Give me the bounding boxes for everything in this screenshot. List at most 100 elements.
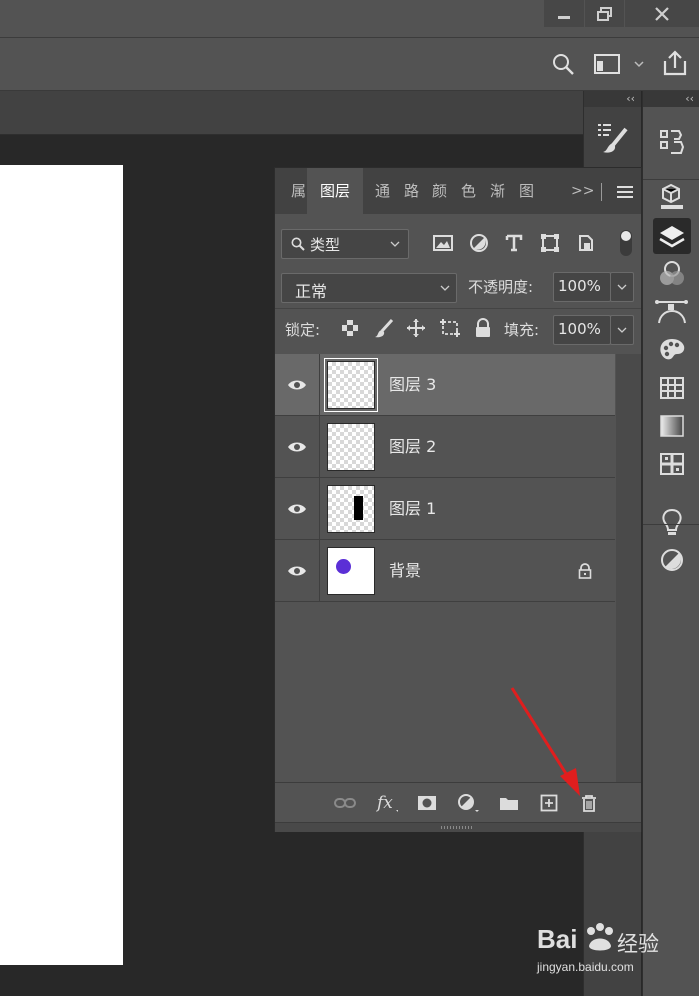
gradients-button[interactable] (643, 407, 699, 445)
paw-icon (587, 923, 613, 951)
history-button[interactable] (643, 123, 699, 161)
layer-thumbnail (327, 423, 375, 471)
lock-artboard-button[interactable] (439, 318, 461, 338)
tab-gradients[interactable]: 渐 (490, 168, 510, 214)
link-layers-button[interactable] (334, 793, 356, 813)
layer-name[interactable]: 图层 3 (389, 354, 436, 415)
panel-tab-bar: 属 图层 通 路 颜 色 渐 图 >> (275, 168, 641, 214)
lock-transparent-button[interactable] (342, 320, 358, 336)
tab-patterns[interactable]: 图 (519, 168, 539, 214)
patterns-button[interactable] (643, 445, 699, 483)
adjustments-button[interactable] (643, 541, 699, 579)
layer-row-1[interactable]: 图层 1 (275, 478, 615, 540)
watermark-suffix: 经验 (617, 932, 659, 956)
layer-name[interactable]: 背景 (389, 540, 421, 601)
visibility-toggle[interactable] (275, 416, 320, 477)
mask-icon (418, 796, 436, 810)
layer-list-scrollbar[interactable] (616, 354, 641, 782)
restore-button[interactable] (585, 0, 624, 27)
search-button[interactable] (551, 52, 575, 76)
minimize-icon (558, 15, 570, 19)
share-button[interactable] (662, 50, 688, 76)
history-icon (659, 130, 684, 154)
adjustment-layer-icon (458, 794, 479, 812)
visibility-toggle[interactable] (275, 478, 320, 539)
fill-dropdown-button[interactable] (610, 315, 634, 345)
add-mask-button[interactable] (416, 793, 438, 813)
3d-button[interactable] (643, 179, 699, 217)
learn-button[interactable] (643, 503, 699, 541)
document-tab-bar (0, 91, 583, 135)
blend-mode-dropdown[interactable]: 正常 (281, 273, 457, 303)
new-adjustment-layer-button[interactable] (457, 793, 479, 813)
lock-pixels-button[interactable] (374, 318, 394, 338)
layers-icon (658, 226, 685, 248)
tab-divider (601, 183, 602, 201)
workspace-icon (594, 54, 644, 74)
filter-pixel-button[interactable] (433, 234, 453, 252)
checkerboard-icon (342, 320, 358, 336)
chevron-down-icon (390, 241, 400, 247)
paths-button[interactable] (643, 293, 699, 331)
tab-swatches[interactable]: 色 (461, 168, 481, 214)
panel-menu-button[interactable] (617, 185, 633, 198)
tab-overflow-button[interactable]: >> (571, 168, 594, 214)
lock-position-button[interactable] (406, 318, 426, 338)
filter-toggle[interactable] (620, 230, 632, 256)
adjustment-filter-icon (470, 234, 488, 252)
layers-button[interactable] (643, 217, 699, 255)
layer-row-3[interactable]: 图层 3 (275, 354, 615, 416)
tab-properties[interactable]: 属 (275, 168, 306, 214)
restore-icon (596, 6, 612, 21)
eye-icon (288, 566, 306, 575)
channels-button[interactable] (643, 255, 699, 293)
fill-field[interactable]: 100% (553, 315, 611, 345)
fx-icon: fx (376, 793, 398, 813)
filter-adjustment-button[interactable] (469, 233, 489, 253)
filter-type-button[interactable] (504, 233, 524, 253)
filter-smart-object-button[interactable] (576, 233, 596, 253)
layer-name[interactable]: 图层 1 (389, 478, 436, 539)
workspace-button[interactable] (594, 53, 644, 75)
gradient-icon (659, 415, 684, 437)
tab-color[interactable]: 颜 (432, 168, 452, 214)
canvas-document[interactable] (0, 165, 123, 965)
shape-filter-icon (541, 234, 559, 252)
watermark-url: jingyan.baidu.com (537, 960, 634, 974)
paths-icon (654, 300, 688, 324)
layer-thumbnail (327, 547, 375, 595)
opacity-field[interactable]: 100% (553, 272, 611, 302)
grid-button[interactable] (643, 369, 699, 407)
lock-icon (476, 318, 490, 337)
layer-row-2[interactable]: 图层 2 (275, 416, 615, 478)
brush-settings-button[interactable] (584, 119, 641, 157)
hamburger-menu-icon (617, 186, 633, 198)
grid-icon (659, 377, 684, 399)
filter-kind-dropdown[interactable]: 类型 (281, 229, 409, 259)
opacity-dropdown-button[interactable] (610, 272, 634, 302)
layer-row-background[interactable]: 背景 (275, 540, 615, 602)
tab-layers[interactable]: 图层 (307, 168, 363, 214)
swatches-button[interactable] (643, 331, 699, 369)
minimize-button[interactable] (544, 0, 584, 27)
adjustments-icon (660, 549, 683, 571)
patterns-icon (659, 453, 684, 475)
filter-shape-button[interactable] (540, 233, 560, 253)
tab-channels[interactable]: 通 (375, 168, 395, 214)
dock-collapse-toggle-2[interactable]: ‹‹ (643, 91, 699, 107)
panel-resize-grip[interactable] (275, 822, 641, 832)
close-button[interactable] (625, 0, 699, 27)
chevron-down-icon (617, 327, 627, 333)
layer-name[interactable]: 图层 2 (389, 416, 436, 477)
eye-icon (288, 380, 306, 389)
tab-paths[interactable]: 路 (404, 168, 424, 214)
layer-style-button[interactable]: fx (376, 793, 398, 813)
visibility-toggle[interactable] (275, 354, 320, 415)
lock-all-button[interactable] (474, 318, 492, 338)
opacity-value: 100% (558, 277, 601, 295)
black-rectangle-shape (354, 496, 363, 520)
purple-dot-shape (336, 559, 351, 574)
chevron-down-icon (440, 285, 450, 291)
dock-collapse-toggle[interactable]: ‹‹ (584, 91, 641, 107)
visibility-toggle[interactable] (275, 540, 320, 601)
